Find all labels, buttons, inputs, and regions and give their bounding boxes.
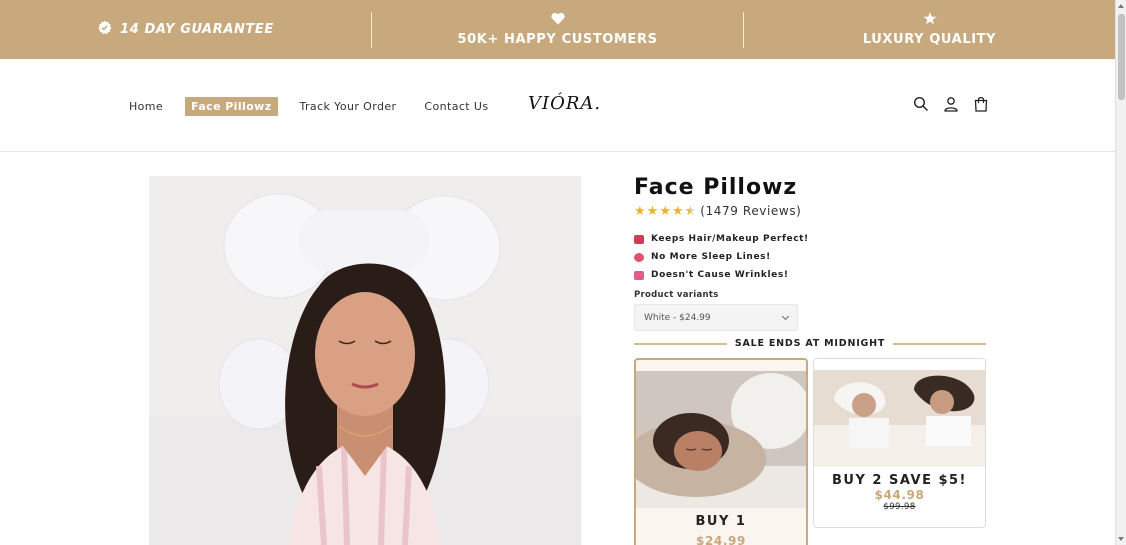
offer-price: $24.99 (696, 534, 746, 545)
offer-name: BUY 1 (695, 514, 747, 529)
scroll-down-arrow-icon[interactable] (1118, 537, 1124, 541)
variants-label: Product variants (634, 290, 719, 300)
star-icon (923, 12, 937, 28)
star-icon: ★ (671, 203, 684, 219)
benefit-text: Keeps Hair/Makeup Perfect! (651, 234, 809, 244)
announcement-bar: 14 DAY GUARANTEE 50K+ HAPPY CUSTOMERS LU… (0, 0, 1115, 59)
benefit-text: No More Sleep Lines! (651, 252, 771, 262)
product-rating[interactable]: ★ ★ ★ ★ ★ (1479 Reviews) (634, 204, 986, 218)
nav-contact[interactable]: Contact Us (418, 97, 494, 116)
heart-arrow-icon (634, 270, 644, 280)
account-icon[interactable] (943, 96, 959, 112)
benefit-item: No More Sleep Lines! (634, 248, 986, 266)
cart-icon[interactable] (973, 96, 989, 112)
site-header: Home Face Pillowz Track Your Order Conta… (0, 59, 1115, 152)
nav-home[interactable]: Home (129, 97, 169, 116)
star-icon: ★ (659, 203, 671, 219)
variant-selected-value: White - $24.99 (644, 312, 711, 323)
product-benefits: Keeps Hair/Makeup Perfect! No More Sleep… (634, 230, 986, 284)
scroll-up-arrow-icon[interactable] (1118, 4, 1124, 8)
main-nav: Home Face Pillowz Track Your Order Conta… (129, 97, 495, 116)
announcement-text: LUXURY QUALITY (862, 32, 997, 47)
scroll-thumb[interactable] (1118, 14, 1125, 100)
offer-old-price: $99.98 (883, 502, 916, 512)
nav-face-pillowz[interactable]: Face Pillowz (185, 97, 278, 116)
product-title: Face Pillowz (634, 175, 798, 200)
badge-check-icon (97, 20, 112, 39)
search-icon[interactable] (913, 96, 929, 112)
announcement-text: 50K+ HAPPY CUSTOMERS (457, 32, 658, 47)
star-half-icon: ★ (684, 203, 697, 219)
review-count[interactable]: (1479 Reviews) (700, 204, 801, 218)
chevron-down-icon (781, 312, 790, 320)
offer-price: $44.98 (874, 488, 925, 502)
site-logo[interactable]: VIÓRA. (528, 93, 601, 114)
header-icons (913, 96, 989, 112)
bow-icon (634, 234, 644, 244)
rating-stars: ★ ★ ★ ★ ★ (634, 205, 696, 218)
benefit-text: Doesn't Cause Wrinkles! (651, 270, 789, 280)
benefit-item: Keeps Hair/Makeup Perfect! (634, 230, 986, 248)
page-scrollbar[interactable] (1115, 0, 1126, 545)
heart-face-icon (634, 252, 644, 262)
announcement-quality: LUXURY QUALITY (744, 0, 1115, 59)
offer-cards: BUY 1 $24.99 BUY 2 SAVE $5! $44.98 $99.9… (634, 358, 986, 545)
product-image[interactable] (149, 176, 581, 545)
sale-banner: SALE ENDS AT MIDNIGHT (634, 338, 986, 349)
star-icon: ★ (646, 203, 659, 219)
offer-card-buy-1[interactable]: BUY 1 $24.99 (634, 358, 808, 545)
offer-name: BUY 2 SAVE $5! (831, 473, 967, 488)
benefit-item: Doesn't Cause Wrinkles! (634, 266, 986, 284)
nav-track-order[interactable]: Track Your Order (294, 97, 403, 116)
offer-photo (636, 371, 806, 508)
product-info: Face Pillowz ★ ★ ★ ★ ★ (1479 Reviews) Ke… (634, 175, 986, 545)
announcement-guarantee: 14 DAY GUARANTEE (0, 0, 371, 59)
heart-icon (550, 12, 565, 28)
offer-card-buy-2[interactable]: BUY 2 SAVE $5! $44.98 $99.98 (813, 358, 986, 528)
divider (634, 342, 727, 345)
variant-select[interactable]: White - $24.99 (634, 304, 798, 331)
announcement-customers: 50K+ HAPPY CUSTOMERS (372, 0, 743, 59)
offer-photo (814, 370, 985, 467)
product-page: 14 DAY GUARANTEE 50K+ HAPPY CUSTOMERS LU… (0, 0, 1126, 545)
divider (893, 342, 986, 345)
star-icon: ★ (634, 203, 646, 219)
sale-text: SALE ENDS AT MIDNIGHT (734, 338, 886, 349)
announcement-text: 14 DAY GUARANTEE (120, 22, 274, 37)
